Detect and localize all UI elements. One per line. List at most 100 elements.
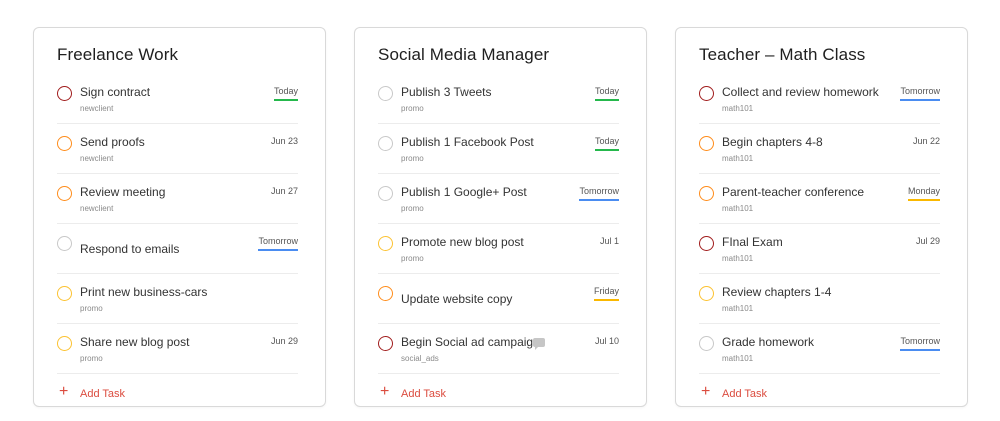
task-item[interactable]: Publish 3 Tweets promo Today — [378, 74, 619, 124]
task-name[interactable]: Collect and review homework — [722, 84, 879, 100]
task-due-date[interactable]: Tomorrow — [579, 185, 619, 201]
task-checkbox[interactable] — [378, 186, 393, 201]
comment-icon[interactable] — [533, 338, 545, 350]
task-list: Sign contract newclient Today Send proof… — [57, 74, 298, 374]
task-name[interactable]: Respond to emails — [80, 241, 179, 257]
task-due-date[interactable]: Tomorrow — [900, 85, 940, 101]
task-item[interactable]: Publish 1 Google+ Post promo Tomorrow — [378, 174, 619, 224]
task-checkbox[interactable] — [378, 286, 393, 301]
task-name[interactable]: Publish 3 Tweets — [401, 84, 492, 100]
task-checkbox[interactable] — [57, 336, 72, 351]
task-checkbox[interactable] — [699, 136, 714, 151]
task-item[interactable]: FInal Exam math101 Jul 29 — [699, 224, 940, 274]
task-name[interactable]: Sign contract — [80, 84, 150, 100]
task-checkbox[interactable] — [57, 136, 72, 151]
project-board: Freelance Work Sign contract newclient T… — [0, 0, 1000, 421]
task-item[interactable]: Review meeting newclient Jun 27 — [57, 174, 298, 224]
task-project-label: promo — [401, 154, 424, 163]
add-task-label: Add Task — [401, 388, 447, 400]
task-project-label: math101 — [722, 254, 754, 263]
task-checkbox[interactable] — [378, 336, 393, 351]
task-project-label: math101 — [722, 154, 754, 163]
task-checkbox[interactable] — [378, 86, 393, 101]
task-item[interactable]: Review chapters 1-4 math101 — [699, 274, 940, 324]
task-due-date[interactable]: Today — [273, 85, 298, 101]
task-name[interactable]: Publish 1 Google+ Post — [401, 184, 527, 200]
task-due-date[interactable]: Tomorrow — [258, 235, 298, 251]
task-name[interactable]: Send proofs — [80, 134, 145, 150]
task-project-label: promo — [80, 354, 103, 363]
task-due-date[interactable]: Monday — [907, 185, 940, 201]
project-card-social-media-manager: Social Media Manager Publish 3 Tweets pr… — [354, 27, 647, 407]
task-name[interactable]: Promote new blog post — [401, 234, 524, 250]
task-due-date[interactable]: Jul 29 — [916, 235, 940, 249]
task-project-label: promo — [401, 254, 424, 263]
task-checkbox[interactable] — [699, 336, 714, 351]
task-checkbox[interactable] — [57, 286, 72, 301]
task-item[interactable]: Parent-teacher conference math101 Monday — [699, 174, 940, 224]
task-project-label: newclient — [80, 154, 114, 163]
task-list: Publish 3 Tweets promo Today Publish 1 F… — [378, 74, 619, 374]
task-project-label: promo — [401, 204, 424, 213]
task-item[interactable]: Begin chapters 4-8 math101 Jun 22 — [699, 124, 940, 174]
task-name[interactable]: Share new blog post — [80, 334, 189, 350]
task-checkbox[interactable] — [378, 136, 393, 151]
task-checkbox[interactable] — [378, 236, 393, 251]
task-due-date[interactable]: Tomorrow — [900, 335, 940, 351]
task-name[interactable]: Publish 1 Facebook Post — [401, 134, 534, 150]
task-item[interactable]: Promote new blog post promo Jul 1 — [378, 224, 619, 274]
project-card-freelance-work: Freelance Work Sign contract newclient T… — [33, 27, 326, 407]
task-due-date[interactable]: Today — [594, 135, 619, 151]
task-name[interactable]: Review chapters 1-4 — [722, 284, 831, 300]
task-item[interactable]: Update website copy Friday — [378, 274, 619, 324]
task-due-date[interactable]: Jun 27 — [271, 185, 298, 199]
task-project-label: math101 — [722, 104, 754, 113]
task-due-date[interactable]: Jul 1 — [600, 235, 619, 249]
task-item[interactable]: Begin Social ad campaign social_ads Jul … — [378, 324, 619, 374]
project-card-teacher-math-class: Teacher – Math Class Collect and review … — [675, 27, 968, 407]
task-checkbox[interactable] — [699, 186, 714, 201]
task-due-date[interactable]: Jun 22 — [913, 135, 940, 149]
task-item[interactable]: Share new blog post promo Jun 29 — [57, 324, 298, 374]
task-item[interactable]: Respond to emails Tomorrow — [57, 224, 298, 274]
task-due-date[interactable]: Jun 23 — [271, 135, 298, 149]
task-name[interactable]: Begin Social ad campaign — [401, 334, 540, 350]
task-item[interactable]: Print new business-cars promo — [57, 274, 298, 324]
task-name[interactable]: Print new business-cars — [80, 284, 207, 300]
task-item[interactable]: Publish 1 Facebook Post promo Today — [378, 124, 619, 174]
task-item[interactable]: Collect and review homework math101 Tomo… — [699, 74, 940, 124]
task-due-date[interactable]: Today — [594, 85, 619, 101]
task-project-label: promo — [80, 304, 103, 313]
task-item[interactable]: Send proofs newclient Jun 23 — [57, 124, 298, 174]
task-checkbox[interactable] — [57, 86, 72, 101]
task-project-label: math101 — [722, 304, 754, 313]
task-due-date[interactable]: Jun 29 — [271, 335, 298, 349]
add-task-button[interactable]: + Add Task — [57, 378, 298, 408]
task-item[interactable]: Sign contract newclient Today — [57, 74, 298, 124]
task-project-label: math101 — [722, 354, 754, 363]
task-project-label: promo — [401, 104, 424, 113]
task-checkbox[interactable] — [57, 186, 72, 201]
task-list: Collect and review homework math101 Tomo… — [699, 74, 940, 374]
task-project-label: math101 — [722, 204, 754, 213]
task-checkbox[interactable] — [699, 86, 714, 101]
task-due-date[interactable]: Friday — [593, 285, 619, 301]
task-due-date[interactable]: Jul 10 — [595, 335, 619, 349]
task-name[interactable]: Review meeting — [80, 184, 165, 200]
add-task-button[interactable]: + Add Task — [699, 378, 940, 408]
task-name[interactable]: Update website copy — [401, 291, 512, 307]
task-checkbox[interactable] — [57, 236, 72, 251]
task-name[interactable]: Begin chapters 4-8 — [722, 134, 823, 150]
task-checkbox[interactable] — [699, 286, 714, 301]
task-item[interactable]: Grade homework math101 Tomorrow — [699, 324, 940, 374]
task-checkbox[interactable] — [699, 236, 714, 251]
add-task-button[interactable]: + Add Task — [378, 378, 619, 408]
task-project-label: newclient — [80, 204, 114, 213]
task-name[interactable]: FInal Exam — [722, 234, 783, 250]
task-name[interactable]: Grade homework — [722, 334, 814, 350]
add-task-label: Add Task — [80, 388, 126, 400]
task-name[interactable]: Parent-teacher conference — [722, 184, 864, 200]
project-title: Freelance Work — [57, 45, 179, 64]
add-task-label: Add Task — [722, 388, 768, 400]
plus-icon: + — [380, 383, 390, 400]
